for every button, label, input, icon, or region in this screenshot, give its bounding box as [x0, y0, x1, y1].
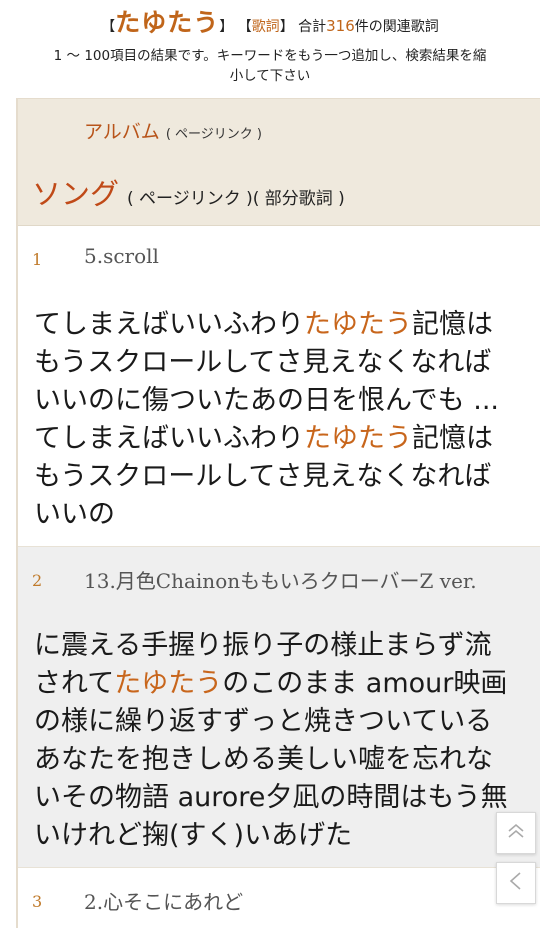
chevron-left-icon [505, 870, 527, 896]
result-lyrics: に震える手握り振り子の様止まらず流 されてたゆたうのこのまま amour映画 の… [18, 613, 540, 867]
category-bracket-open: 【 [237, 19, 252, 35]
lyric-text: のこのまま amour映画 [222, 668, 508, 699]
category-panel: アルバム ( ページリンク ) ソング ( ページリンク )( 部分歌詞 ) [18, 99, 540, 226]
lyric-line: いけれど掬(すく)いあげた [34, 820, 353, 851]
summary-line-1: 1 ～ 100項目の結果です。キーワードをもう一つ追加し、検索結果を縮 [53, 48, 487, 64]
song-row: ソング ( ページリンク )( 部分歌詞 ) [32, 171, 345, 213]
category-link[interactable]: 歌詞 [252, 19, 280, 35]
lyric-line: てしまえばいいふわりたゆたう記憶は [34, 306, 540, 344]
title-line: 【たゆたう】 【歌詞】 合計316件の関連歌詞 [0, 6, 540, 44]
result-summary: 1 ～ 100項目の結果です。キーワードをもう一つ追加し、検索結果を縮 小して下… [0, 44, 540, 86]
lyric-line: いいのに傷ついたあの日を恨んでも ... [34, 385, 499, 416]
result-item[interactable]: 2 13.月色ChainonももいろクローバーZ ver. に震える手握り振り子… [18, 547, 540, 868]
album-link[interactable]: アルバム [84, 121, 160, 143]
lyric-highlight: たゆたう [114, 668, 223, 699]
result-index: 2 [32, 571, 43, 590]
result-index: 1 [32, 250, 43, 269]
lyric-text: てしまえばいいふわり [34, 423, 304, 454]
lyric-line: もうスクロールしてさ見えなくなれば [34, 347, 492, 378]
lyric-text: 記憶は [412, 423, 493, 454]
result-title[interactable]: 5.scroll [84, 244, 159, 268]
album-row: アルバム ( ページリンク ) [84, 117, 262, 144]
lyric-text: てしまえばいいふわり [34, 309, 304, 340]
total-suffix: 件の関連歌詞 [354, 19, 439, 35]
total-prefix: 合計 [298, 19, 327, 35]
lyric-highlight: たゆたう [304, 309, 412, 340]
result-title[interactable]: 13.月色ChainonももいろクローバーZ ver. [84, 565, 477, 594]
song-page-link[interactable]: ( ページリンク )( 部分歌詞 ) [127, 189, 345, 209]
search-keyword[interactable]: たゆたう [115, 8, 219, 37]
result-item[interactable]: 1 5.scroll てしまえばいいふわりたゆたう記憶は もうスクロールしてさ見… [18, 226, 540, 547]
lyric-line: あなたを抱きしめる美しい嘘を忘れな [34, 744, 493, 775]
lyric-text: 記憶は [412, 309, 493, 340]
song-link[interactable]: ソング [32, 177, 119, 211]
result-meta: 3 2.心そこにあれど [18, 868, 540, 928]
result-title[interactable]: 2.心そこにあれど [84, 886, 243, 915]
lyric-highlight: たゆたう [304, 423, 412, 454]
lyric-text: されて [34, 668, 115, 699]
scroll-top-button[interactable] [496, 812, 536, 854]
lyric-line: もうスクロールしてさ見えなくなれば [34, 461, 492, 492]
category-bracket-close: 】 [279, 19, 294, 35]
result-meta: 2 13.月色ChainonももいろクローバーZ ver. [18, 547, 540, 613]
bracket-close: 】 [219, 19, 234, 35]
double-chevron-up-icon [505, 820, 527, 846]
back-button[interactable] [496, 862, 536, 904]
bracket-open: 【 [101, 19, 116, 35]
lyric-line: いその物語 aurore夕凪の時間はもう無 [34, 782, 508, 813]
total-count: 316 [326, 17, 355, 35]
result-index: 3 [32, 892, 43, 911]
lyric-line: てしまえばいいふわりたゆたう記憶は [34, 420, 540, 458]
result-meta: 1 5.scroll [18, 226, 540, 292]
result-item[interactable]: 3 2.心そこにあれど [18, 868, 540, 928]
results-frame: アルバム ( ページリンク ) ソング ( ページリンク )( 部分歌詞 ) 1 5… [16, 98, 540, 928]
lyric-line: いいの [34, 499, 115, 530]
lyric-line: に震える手握り振り子の様止まらず流 [34, 630, 492, 661]
album-page-link[interactable]: ( ページリンク ) [166, 127, 262, 142]
page-header: 【たゆたう】 【歌詞】 合計316件の関連歌詞 1 ～ 100項目の結果です。キ… [0, 0, 540, 86]
summary-line-2: 小して下さい [229, 68, 311, 84]
lyric-line: されてたゆたうのこのまま amour映画 [34, 665, 540, 703]
result-lyrics: てしまえばいいふわりたゆたう記憶は もうスクロールしてさ見えなくなれば いいのに… [18, 292, 540, 546]
lyric-line: の様に繰り返すずっと焼きついている [34, 706, 493, 737]
